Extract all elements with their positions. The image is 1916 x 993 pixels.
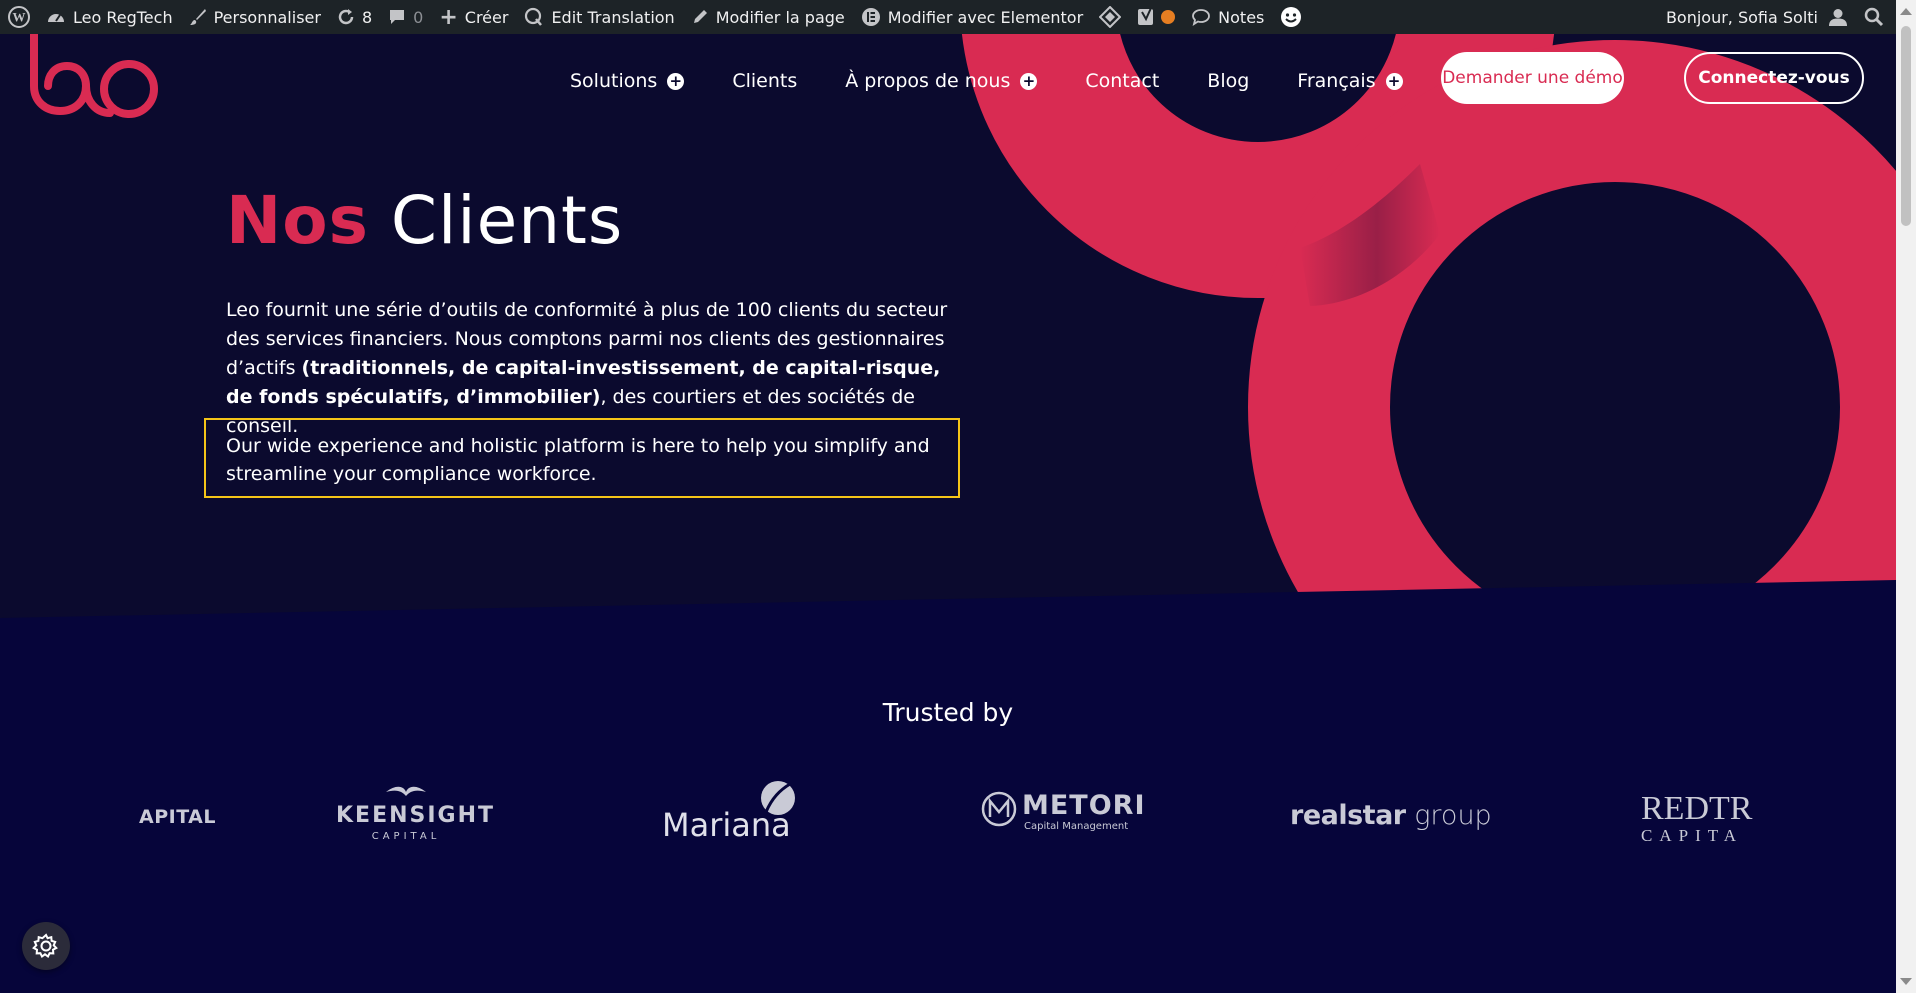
submenu-plus-icon[interactable]: + xyxy=(667,72,685,90)
site-name-link[interactable]: Leo RegTech xyxy=(38,0,181,34)
edit-elementor-link[interactable]: Modifier avec Elementor xyxy=(853,0,1091,34)
page-scrollbar[interactable] xyxy=(1896,0,1916,993)
nav-item-blog[interactable]: Blog xyxy=(1207,70,1249,92)
hero-section: Solutions + Clients À propos de nous + C… xyxy=(0,34,1896,618)
smiley-plugin-link[interactable] xyxy=(1272,0,1310,34)
admin-bar: W Leo RegTech Personnaliser 8 0 + Créer … xyxy=(0,0,1896,34)
main-nav: Solutions + Clients À propos de nous + C… xyxy=(570,70,1451,92)
request-demo-button[interactable]: Demander une démo xyxy=(1441,52,1624,104)
comments-link[interactable]: 0 xyxy=(380,0,431,34)
mariana-name: Mariana xyxy=(662,806,791,844)
updates-count: 8 xyxy=(361,7,373,27)
nav-label-language: Français xyxy=(1297,70,1376,92)
pencil-icon xyxy=(691,8,709,26)
metori-m-icon xyxy=(981,791,1017,827)
notes-link[interactable]: Notes xyxy=(1183,0,1272,34)
highlighted-text: Our wide experience and holistic platfor… xyxy=(226,435,930,485)
site-name-label: Leo RegTech xyxy=(73,7,173,27)
smiley-icon xyxy=(1280,6,1302,28)
edit-elementor-label: Modifier avec Elementor xyxy=(887,7,1084,27)
user-avatar-icon xyxy=(1828,7,1848,27)
nav-label-blog: Blog xyxy=(1207,70,1250,92)
nav-item-contact[interactable]: Contact xyxy=(1085,70,1159,92)
client-logo-keensight: KEENSIGHT CAPITAL xyxy=(336,780,496,842)
notes-label: Notes xyxy=(1218,7,1265,27)
nav-item-clients[interactable]: Clients xyxy=(732,70,797,92)
submenu-plus-icon[interactable]: + xyxy=(1385,72,1403,90)
yoast-icon xyxy=(1137,7,1157,27)
keensight-bird-icon xyxy=(386,786,426,796)
plus-icon: + xyxy=(439,4,458,30)
client-logo-partial: APITAL xyxy=(139,806,216,828)
comments-count: 0 xyxy=(413,7,424,27)
realstar-group: group xyxy=(1414,800,1492,831)
customize-link[interactable]: Personnaliser xyxy=(181,0,329,34)
updates-link[interactable]: 8 xyxy=(329,0,380,34)
yoast-seo-link[interactable] xyxy=(1129,0,1183,34)
submenu-plus-icon[interactable]: + xyxy=(1020,72,1038,90)
svg-text:W: W xyxy=(13,10,26,25)
refresh-icon xyxy=(337,8,355,26)
page-title-accent: Nos xyxy=(226,182,369,259)
trusted-by-section: Trusted by APITAL KEENSIGHT CAPITAL Mari… xyxy=(0,618,1896,993)
nav-label-contact: Contact xyxy=(1085,70,1160,92)
customize-label: Personnaliser xyxy=(213,7,321,27)
edit-translation-link[interactable]: Edit Translation xyxy=(516,0,682,34)
admin-search-button[interactable] xyxy=(1856,0,1896,34)
diamond-plugin-link[interactable] xyxy=(1091,0,1129,34)
new-content-link[interactable]: + Créer xyxy=(431,0,516,34)
nav-label-about: À propos de nous xyxy=(845,70,1011,92)
scrollbar-thumb[interactable] xyxy=(1901,26,1911,226)
client-logo-realstar: realstar group xyxy=(1290,800,1492,831)
comment-icon xyxy=(388,8,406,26)
greeting-label: Bonjour, Sofia Solti xyxy=(1665,7,1818,27)
elementor-icon xyxy=(861,7,881,27)
keensight-name: KEENSIGHT xyxy=(336,803,496,828)
cookie-settings-button[interactable] xyxy=(22,922,70,970)
keensight-sub: CAPITAL xyxy=(371,831,441,842)
highlighted-text-box: Our wide experience and holistic platfor… xyxy=(204,418,960,498)
edit-page-link[interactable]: Modifier la page xyxy=(683,0,853,34)
gear-icon xyxy=(32,933,58,959)
account-link[interactable]: Bonjour, Sofia Solti xyxy=(1658,0,1856,34)
leo-logo[interactable] xyxy=(26,34,166,136)
redtree-name: REDTREE xyxy=(1641,792,1753,827)
chat-bubble-icon xyxy=(1191,8,1211,26)
seo-status-dot-icon xyxy=(1161,10,1176,24)
metori-name: METORI xyxy=(1022,790,1146,821)
trusted-by-heading: Trusted by xyxy=(882,698,1014,727)
scroll-up-arrow-icon[interactable] xyxy=(1900,8,1912,15)
client-logo-carousel: APITAL KEENSIGHT CAPITAL Mariana METORI … xyxy=(0,768,1896,888)
nav-item-language[interactable]: Français + xyxy=(1297,70,1403,92)
dashboard-icon xyxy=(46,8,66,26)
edit-page-label: Modifier la page xyxy=(715,7,845,27)
client-logo-redtree: REDTREE CAPITA xyxy=(1641,792,1753,846)
wordpress-logo-icon[interactable]: W xyxy=(0,0,38,34)
search-icon xyxy=(1864,7,1884,27)
page-title-rest: Clients xyxy=(390,182,624,259)
nav-label-clients: Clients xyxy=(732,70,798,92)
page-title: Nos Clients xyxy=(226,182,623,259)
brush-icon xyxy=(189,8,207,26)
nav-label-solutions: Solutions xyxy=(570,70,658,92)
login-button[interactable]: Connectez-vous xyxy=(1684,52,1864,104)
translate-icon xyxy=(524,7,544,27)
metori-sub: Capital Management xyxy=(1024,821,1129,832)
diamond-icon xyxy=(1099,6,1122,28)
scroll-down-arrow-icon[interactable] xyxy=(1900,978,1912,985)
redtree-sub: CAPITA xyxy=(1641,826,1744,845)
nav-item-solutions[interactable]: Solutions + xyxy=(570,70,685,92)
nav-item-about[interactable]: À propos de nous + xyxy=(845,70,1038,92)
edit-translation-label: Edit Translation xyxy=(551,7,675,27)
new-content-label: Créer xyxy=(464,7,509,27)
realstar-name: realstar xyxy=(1290,800,1406,831)
